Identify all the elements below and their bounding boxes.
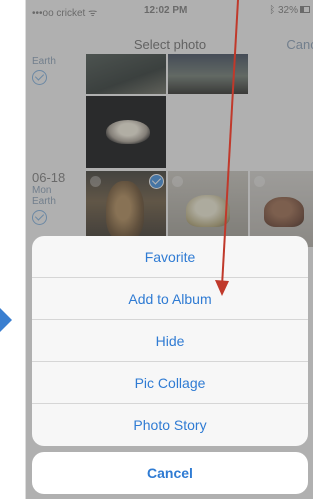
action-favorite[interactable]: Favorite [32,236,308,278]
action-pic-collage[interactable]: Pic Collage [32,362,308,404]
action-photo-story[interactable]: Photo Story [32,404,308,446]
phone-screen: •••oo cricket ᯤ 12:02 PM ᛒ 32% Select ph… [25,0,313,499]
action-sheet: Favorite Add to Album Hide Pic Collage P… [32,236,308,446]
action-add-to-album[interactable]: Add to Album [32,278,308,320]
action-hide[interactable]: Hide [32,320,308,362]
cancel-button[interactable]: Cancel [32,452,308,494]
left-pointer-arrow-icon [0,308,12,332]
